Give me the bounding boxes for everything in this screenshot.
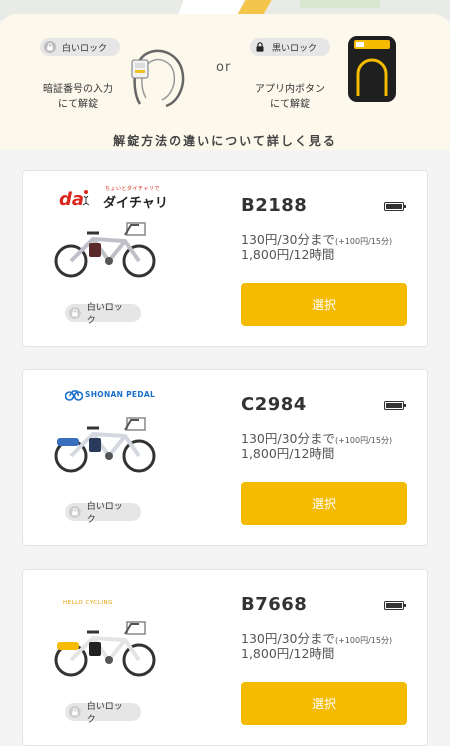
white-lock-pill: 白いロック: [65, 303, 141, 326]
bike-id: C2984: [241, 394, 307, 415]
white-lock-pill: 白いロック: [65, 702, 141, 725]
bike-image: [54, 621, 156, 677]
price-day: 1,800円/12時間: [241, 247, 335, 262]
brand-tagline: ちょいとダイチャリで: [105, 186, 160, 192]
black-lock-caption-line2: にて解錠: [270, 99, 310, 110]
black-lock-label: 黒いロック: [272, 43, 318, 54]
brand-name: ダイチャリ: [103, 196, 168, 211]
price-day: 1,800円/12時間: [241, 646, 335, 661]
brand-name: SHONAN PEDAL: [85, 390, 156, 399]
lock-icon: [69, 506, 81, 518]
battery-full-icon: [384, 202, 406, 211]
brand-name: HELLO CYCLING: [63, 600, 113, 606]
white-lock-image: [131, 49, 185, 108]
or-text: or: [216, 60, 232, 75]
price-day: 1,800円/12時間: [241, 446, 335, 461]
black-lock-caption: アプリ内ボタン にて解錠: [240, 82, 340, 112]
black-lock-caption-line1: アプリ内ボタン: [255, 84, 325, 95]
lock-label: 白いロック: [86, 502, 123, 525]
battery-full-icon: [384, 601, 406, 610]
black-lock-image: [348, 36, 396, 102]
shonan-pedal-logo: SHONAN PEDAL: [65, 388, 185, 404]
price-extra: (+100円/15分): [334, 636, 393, 645]
learn-more-link[interactable]: 解錠方法の違いについて詳しく見る: [0, 132, 450, 149]
lock-icon: [256, 42, 264, 52]
lock-icon: [69, 706, 81, 718]
white-lock-caption-line1: 暗証番号の入力: [43, 84, 113, 95]
lock-icon: [69, 307, 81, 319]
svg-text:da: da: [59, 189, 84, 209]
lock-label: 白いロック: [86, 702, 123, 725]
bike-card: HELLO CYCLING 白いロック B7668 130円/30分まで(+10…: [22, 569, 428, 746]
price-extra: (+100円/15分): [334, 237, 393, 246]
lock-label: 白いロック: [86, 303, 123, 326]
bike-id: B2188: [241, 195, 308, 216]
bike-image: [54, 222, 156, 278]
bike-card: da ちょいとダイチャリで ダイチャリ 白いロック B2188 130円/30分…: [22, 170, 428, 347]
bike-card: SHONAN PEDAL 白いロック C2984 130円/30分まで(+100…: [22, 369, 428, 546]
select-button[interactable]: 選択: [241, 482, 407, 525]
price-extra: (+100円/15分): [334, 436, 393, 445]
white-lock-pill: 白いロック: [65, 502, 141, 525]
battery-full-icon: [384, 401, 406, 410]
black-lock-pill: 黒いロック: [250, 38, 330, 56]
white-lock-caption: 暗証番号の入力 にて解錠: [28, 82, 128, 112]
white-lock-pill: 白いロック: [40, 38, 120, 56]
white-lock-caption-line2: にて解錠: [58, 99, 98, 110]
bike-image: [54, 417, 156, 473]
select-button[interactable]: 選択: [241, 682, 407, 725]
unlock-method-banner: 白いロック 暗証番号の入力 にて解錠 or 黒いロック アプリ内ボタン にて解錠…: [0, 14, 450, 150]
hello-cycling-logo: HELLO CYCLING: [63, 600, 173, 610]
white-lock-label: 白いロック: [62, 43, 108, 54]
bike-id: B7668: [241, 594, 308, 615]
select-button[interactable]: 選択: [241, 283, 407, 326]
daichari-logo: da ちょいとダイチャリで ダイチャリ: [57, 185, 168, 211]
lock-icon: [44, 41, 56, 53]
